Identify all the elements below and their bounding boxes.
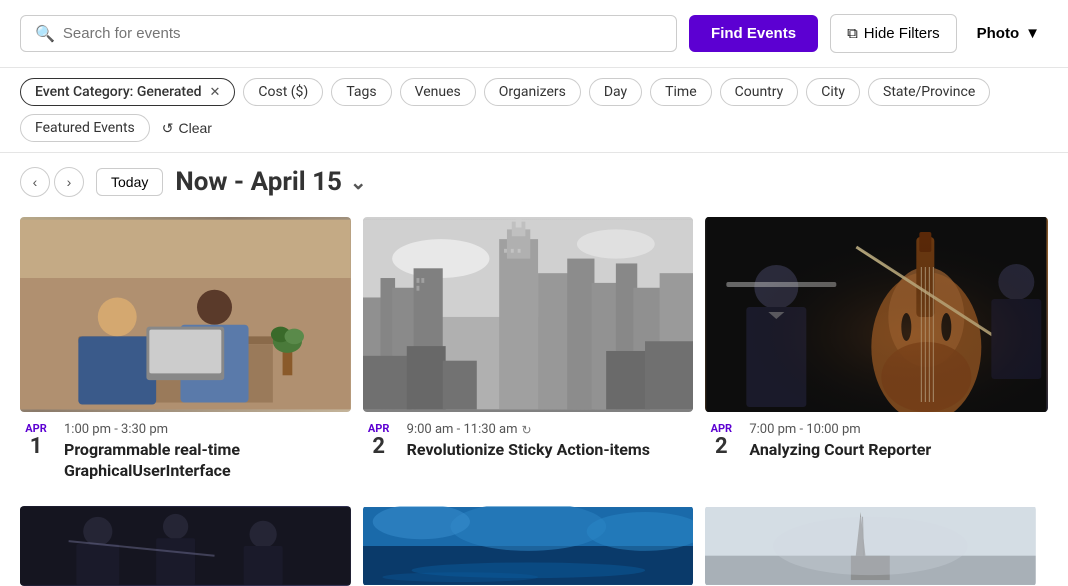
repeat-icon: ↻ (522, 423, 532, 437)
search-bar: 🔍 Find Events ⧉ Hide Filters Photo ▼ (0, 0, 1068, 68)
date-range-display[interactable]: Now - April 15 ⌄ (175, 167, 366, 197)
event-info-1: 1:00 pm - 3:30 pm Programmable real-time… (64, 422, 351, 482)
refresh-icon: ↺ (162, 120, 174, 137)
clear-filters-button[interactable]: ↺ Clear (162, 120, 212, 137)
filter-chip-time[interactable]: Time (650, 78, 711, 106)
filters-row: Event Category: Generated ✕ Cost ($) Tag… (0, 68, 1068, 153)
filter-chip-organizers[interactable]: Organizers (484, 78, 581, 106)
filter-icon: ⧉ (847, 25, 858, 42)
next-arrow-button[interactable]: › (54, 167, 84, 197)
search-input[interactable] (63, 25, 662, 42)
event-time-3: 7:00 pm - 10:00 pm (749, 422, 1048, 437)
event-time-2: 9:00 am - 11:30 am ↻ (407, 422, 694, 437)
filter-chip-country[interactable]: Country (720, 78, 799, 106)
search-icon: 🔍 (35, 24, 55, 43)
event-info-2: 9:00 am - 11:30 am ↻ Revolutionize Stick… (407, 422, 694, 461)
bottom-image-3 (705, 506, 1036, 586)
event-meta-2: APR 2 9:00 am - 11:30 am ↻ Revolutionize… (363, 422, 694, 461)
bottom-image-1 (20, 506, 351, 586)
filter-chip-tags[interactable]: Tags (331, 78, 391, 106)
event-title-3[interactable]: Analyzing Court Reporter (749, 440, 1048, 461)
event-card-3: APR 2 7:00 pm - 10:00 pm Analyzing Court… (705, 217, 1048, 506)
filter-chip-featured[interactable]: Featured Events (20, 114, 150, 142)
nav-arrows: ‹ › (20, 167, 84, 197)
filter-chip-state[interactable]: State/Province (868, 78, 990, 106)
bottom-event-1 (20, 506, 363, 586)
search-input-wrap: 🔍 (20, 15, 677, 52)
active-category-chip[interactable]: Event Category: Generated ✕ (20, 78, 235, 106)
event-time-1: 1:00 pm - 3:30 pm (64, 422, 351, 437)
date-navigation: ‹ › Today Now - April 15 ⌄ (0, 153, 1068, 207)
remove-category-icon[interactable]: ✕ (209, 85, 220, 100)
date-range-chevron-icon: ⌄ (350, 170, 367, 194)
hide-filters-button[interactable]: ⧉ Hide Filters (830, 14, 957, 53)
photo-view-button[interactable]: Photo ▼ (969, 15, 1048, 52)
bottom-event-2 (363, 506, 706, 586)
events-grid-bottom (0, 506, 1068, 586)
events-grid: APR 1 1:00 pm - 3:30 pm Programmable rea… (0, 207, 1068, 506)
find-events-button[interactable]: Find Events (689, 15, 818, 52)
event-meta-1: APR 1 1:00 pm - 3:30 pm Programmable rea… (20, 422, 351, 482)
filter-chip-cost[interactable]: Cost ($) (243, 78, 323, 106)
event-image-1 (20, 217, 351, 412)
event-info-3: 7:00 pm - 10:00 pm Analyzing Court Repor… (749, 422, 1048, 461)
event-date-col-2: APR 2 (363, 422, 395, 461)
event-meta-3: APR 2 7:00 pm - 10:00 pm Analyzing Court… (705, 422, 1048, 461)
bottom-event-3 (705, 506, 1048, 586)
event-card-2: APR 2 9:00 am - 11:30 am ↻ Revolutionize… (363, 217, 706, 506)
filter-chip-city[interactable]: City (806, 78, 860, 106)
today-button[interactable]: Today (96, 168, 163, 196)
prev-arrow-button[interactable]: ‹ (20, 167, 50, 197)
event-title-1[interactable]: Programmable real-time GraphicalUserInte… (64, 440, 351, 482)
bottom-image-2 (363, 506, 694, 586)
chevron-down-icon: ▼ (1025, 25, 1040, 42)
filter-chip-venues[interactable]: Venues (400, 78, 476, 106)
event-date-col-3: APR 2 (705, 422, 737, 461)
event-image-2 (363, 217, 694, 412)
event-date-col-1: APR 1 (20, 422, 52, 482)
event-title-2[interactable]: Revolutionize Sticky Action-items (407, 440, 694, 461)
event-card-1: APR 1 1:00 pm - 3:30 pm Programmable rea… (20, 217, 363, 506)
event-image-3 (705, 217, 1048, 412)
filter-chip-day[interactable]: Day (589, 78, 642, 106)
